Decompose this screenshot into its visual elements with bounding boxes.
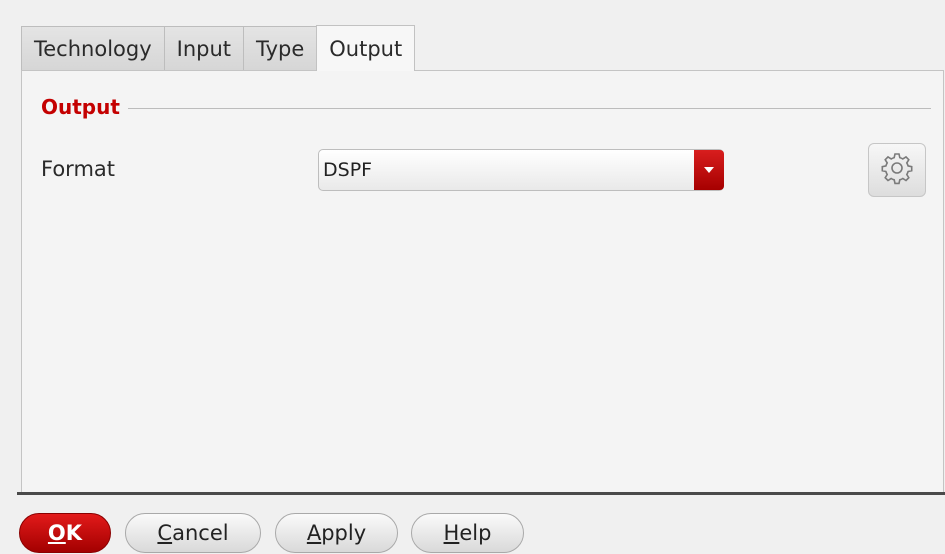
output-section-header: Output [41,95,931,119]
cancel-button-label: ancel [172,521,229,545]
help-button-mnemonic: H [443,521,460,545]
format-dropdown-value: DSPF [323,159,373,181]
help-button[interactable]: Help [411,513,524,553]
dialog-window: Technology Input Type Output Output Form… [0,0,945,554]
dropdown-arrow-icon[interactable] [694,150,724,190]
tab-technology-label: Technology [34,36,152,61]
tab-type[interactable]: Type [243,26,318,70]
section-divider [127,107,931,109]
tab-output[interactable]: Output [316,25,416,71]
bottom-divider [17,492,945,495]
tab-output-label: Output [329,36,403,61]
format-label: Format [41,157,116,181]
tab-bar: Technology Input Type Output [21,25,416,71]
apply-button-label: pply [321,521,367,545]
ok-button[interactable]: OK [19,513,111,553]
apply-button[interactable]: Apply [275,513,398,553]
format-settings-button[interactable] [868,143,926,197]
gear-icon [880,151,914,189]
cancel-button[interactable]: Cancel [125,513,261,553]
cancel-button-mnemonic: C [157,521,173,545]
output-tab-panel: Output Format DSPF [21,70,944,493]
format-dropdown[interactable]: DSPF [318,149,724,191]
tab-type-label: Type [256,36,305,61]
tab-input[interactable]: Input [163,26,245,70]
ok-button-label: K [65,521,83,545]
tab-input-label: Input [176,36,232,61]
help-button-label: elp [459,521,492,545]
apply-button-mnemonic: A [306,521,322,545]
section-title: Output [41,95,120,119]
tab-technology[interactable]: Technology [21,26,165,70]
ok-button-mnemonic: O [47,521,66,545]
